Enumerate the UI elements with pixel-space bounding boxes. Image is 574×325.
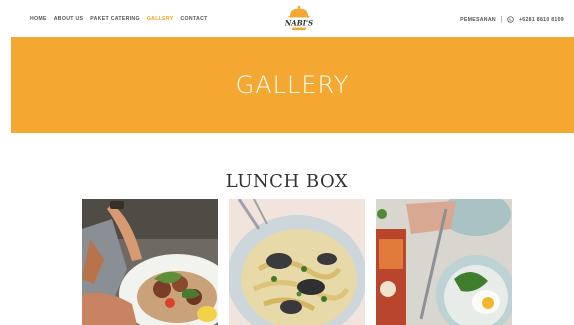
- order-link[interactable]: PEMESANAN: [460, 17, 496, 23]
- divider: [500, 16, 502, 23]
- header-contact: PEMESANAN +6281 8810 8109: [460, 16, 564, 23]
- page-title: GALLERY: [235, 71, 350, 99]
- gallery-photo-2[interactable]: [229, 199, 365, 325]
- whatsapp-icon: [507, 16, 514, 23]
- nav-home[interactable]: HOME: [30, 16, 47, 22]
- site-header: HOME ABOUT US PAKET CATERING GALLERY CON…: [0, 0, 574, 36]
- page-banner: GALLERY: [11, 37, 574, 133]
- nav-gallery[interactable]: GALLERY: [147, 16, 174, 22]
- nav-about-us[interactable]: ABOUT US: [54, 16, 84, 22]
- nav-contact[interactable]: CONTACT: [181, 16, 208, 22]
- brand-logo[interactable]: NABI'S: [284, 3, 313, 33]
- phone-link[interactable]: +6281 8810 8109: [519, 17, 564, 23]
- logo-wordmark: NABI'S: [285, 19, 313, 28]
- main-nav: HOME ABOUT US PAKET CATERING GALLERY CON…: [30, 16, 208, 22]
- gallery-photo-1[interactable]: [82, 199, 218, 325]
- gallery-photo-3[interactable]: [376, 199, 512, 325]
- nav-paket-catering[interactable]: PAKET CATERING: [90, 16, 140, 22]
- section-title: LUNCH BOX: [225, 171, 349, 192]
